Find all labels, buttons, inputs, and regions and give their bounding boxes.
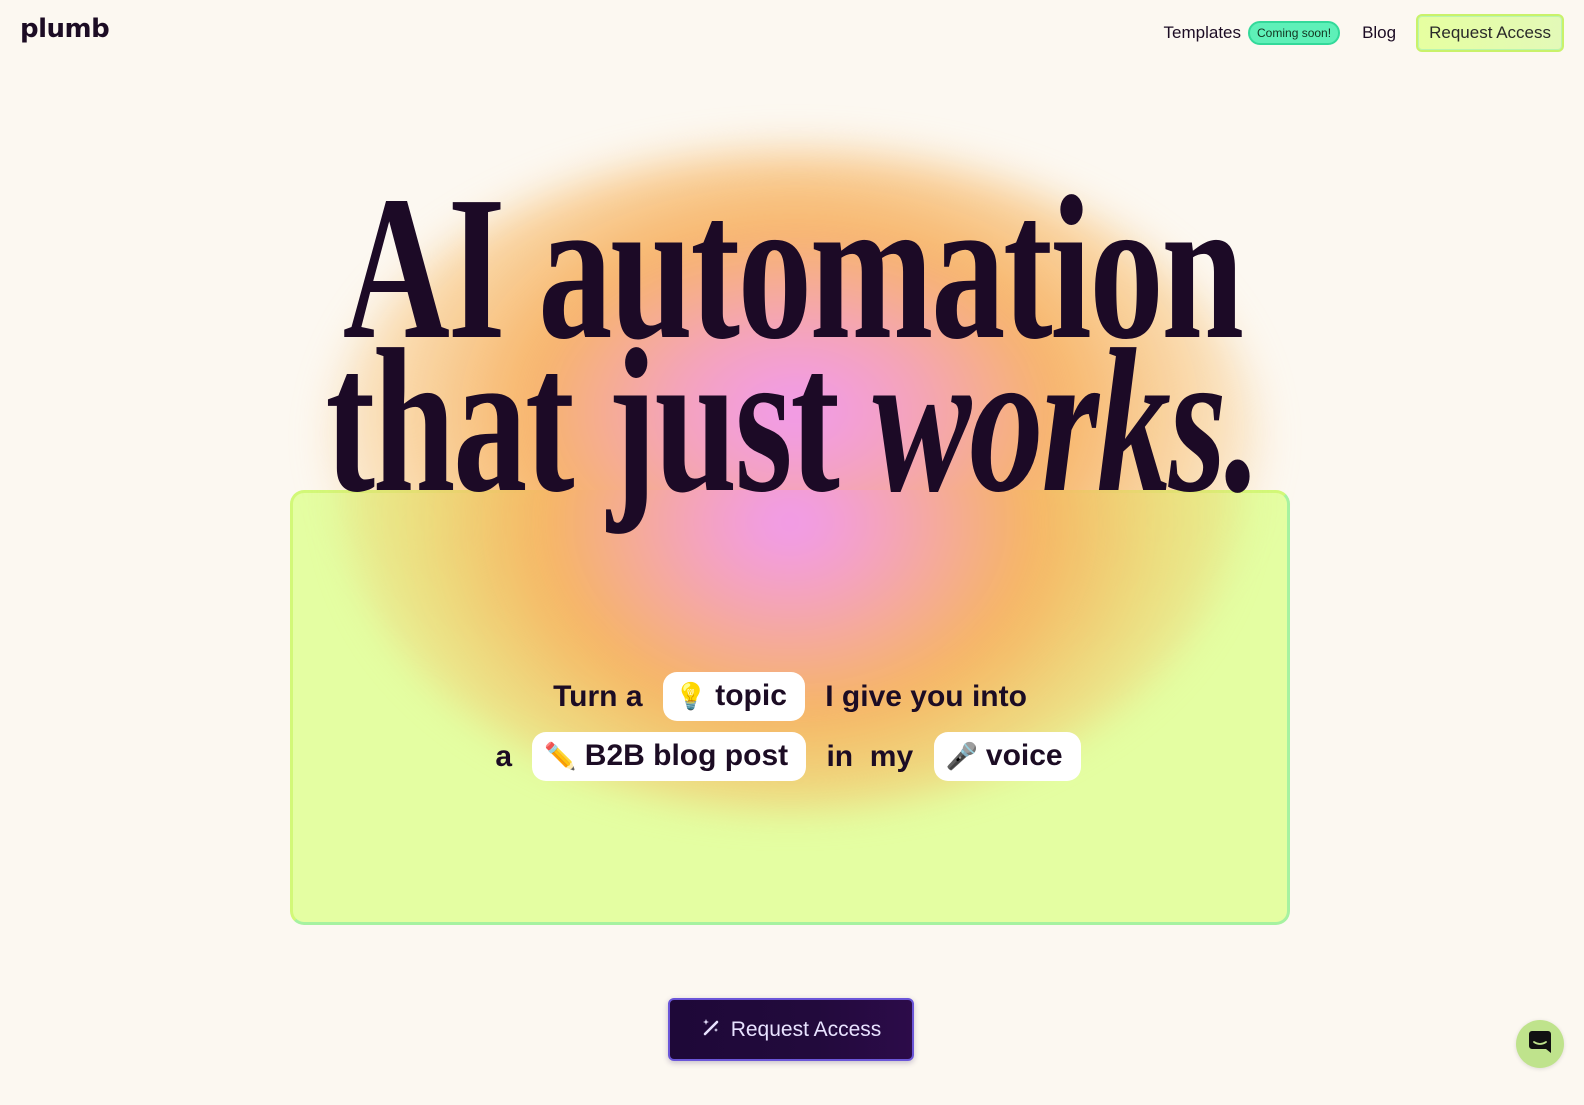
prompt-text: I give you into	[825, 679, 1027, 713]
prompt-text: Turn a	[553, 679, 643, 713]
request-access-label: Request Access	[730, 1017, 882, 1041]
nav-request-access-button[interactable]: Request Access	[1416, 14, 1564, 52]
prompt-line-1: Turn a 💡 topic I give you into	[290, 672, 1290, 721]
prompt-text: in my	[826, 739, 914, 773]
voice-chip[interactable]: 🎤 voice	[933, 732, 1081, 781]
logo[interactable]: plumb	[20, 14, 110, 44]
prompt-line-2: a ✏️ B2B blog post in my 🎤 voice	[290, 732, 1290, 781]
microphone-icon: 🎤	[945, 740, 978, 771]
format-chip-label: B2B blog post	[584, 739, 789, 772]
top-nav: Templates Coming soon! Blog Request Acce…	[1164, 14, 1564, 52]
chat-widget-button[interactable]	[1516, 1020, 1564, 1068]
headline-italic: works.	[872, 306, 1261, 535]
headline-plain: that just	[325, 306, 873, 535]
pencil-icon: ✏️	[544, 740, 577, 771]
request-access-button[interactable]: Request Access	[668, 998, 914, 1061]
headline-line-2: that just works.	[0, 318, 1584, 524]
nav-templates-link[interactable]: Templates	[1164, 23, 1241, 43]
voice-chip-label: voice	[985, 739, 1063, 772]
topic-chip[interactable]: 💡 topic	[662, 672, 805, 721]
prompt-text: a	[495, 739, 513, 773]
coming-soon-badge: Coming soon!	[1248, 21, 1341, 45]
headline-line-2-text: that just works.	[325, 318, 1261, 524]
format-chip[interactable]: ✏️ B2B blog post	[532, 732, 807, 781]
topic-chip-label: topic	[715, 679, 787, 712]
chat-bubble-icon	[1528, 1029, 1552, 1060]
lightbulb-icon: 💡	[674, 680, 708, 711]
nav-blog-link[interactable]: Blog	[1362, 23, 1396, 43]
magic-wand-icon	[701, 1017, 721, 1043]
